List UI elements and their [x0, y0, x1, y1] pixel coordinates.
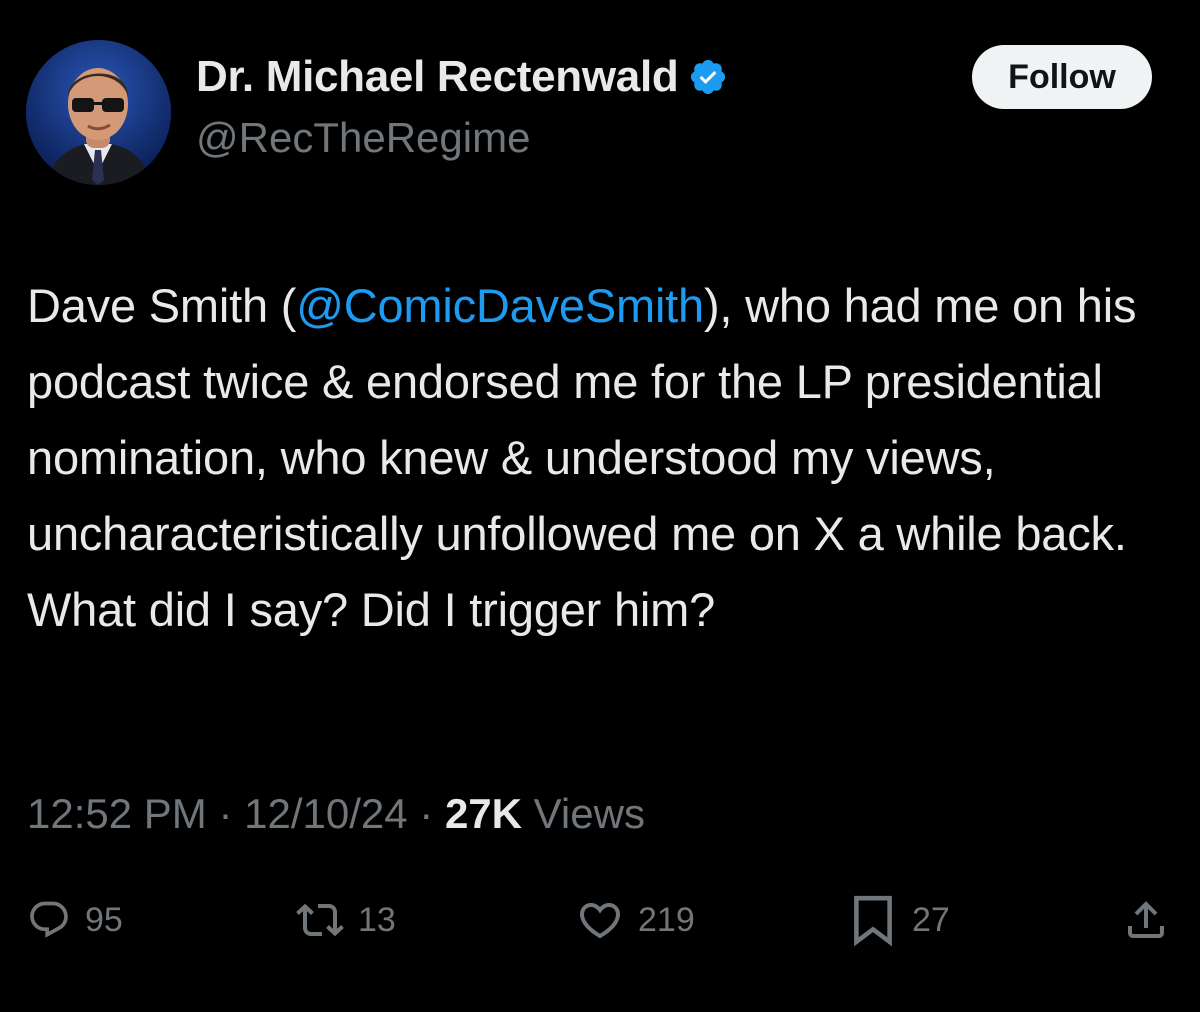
follow-button[interactable]: Follow [972, 45, 1152, 109]
meta-separator: · [206, 790, 245, 837]
share-button[interactable] [1122, 888, 1170, 952]
tweet-text-rest: ), who had me on his podcast twice & end… [27, 279, 1137, 636]
tweet-meta: 12:52 PM · 12/10/24 · 27K Views [27, 790, 645, 838]
author-display-name[interactable]: Dr. Michael Rectenwald [196, 52, 679, 102]
views-count[interactable]: 27K [445, 790, 522, 837]
heart-icon [576, 896, 624, 944]
mention-link[interactable]: @ComicDaveSmith [296, 279, 704, 332]
tweet: Dr. Michael Rectenwald @RecTheRegime Fol… [0, 0, 1200, 1012]
repost-count: 13 [358, 900, 396, 939]
reply-bubble-icon [27, 898, 71, 942]
like-count: 219 [638, 900, 695, 939]
meta-separator: · [407, 790, 445, 837]
avatar[interactable] [26, 40, 171, 185]
reply-count: 95 [85, 900, 123, 939]
views-label: Views [522, 790, 645, 837]
action-bar: 95 13 219 27 [0, 888, 1200, 952]
tweet-text: Dave Smith (@ComicDaveSmith), who had me… [27, 268, 1177, 648]
bookmark-count: 27 [912, 900, 950, 939]
share-upload-icon [1122, 896, 1170, 944]
tweet-text-start: Dave Smith ( [27, 279, 297, 332]
avatar-image [26, 40, 171, 185]
author-handle[interactable]: @RecTheRegime [196, 114, 530, 162]
like-button[interactable]: 219 [576, 888, 695, 952]
reply-button[interactable]: 95 [27, 888, 123, 952]
bookmark-button[interactable]: 27 [848, 888, 950, 952]
repost-button[interactable]: 13 [296, 888, 396, 952]
tweet-date[interactable]: 12/10/24 [244, 790, 408, 837]
tweet-time[interactable]: 12:52 PM [27, 790, 207, 837]
verified-badge-icon[interactable] [688, 57, 728, 97]
author-name-row: Dr. Michael Rectenwald [196, 52, 728, 102]
bookmark-icon [848, 893, 898, 947]
repost-arrows-icon [296, 896, 344, 944]
